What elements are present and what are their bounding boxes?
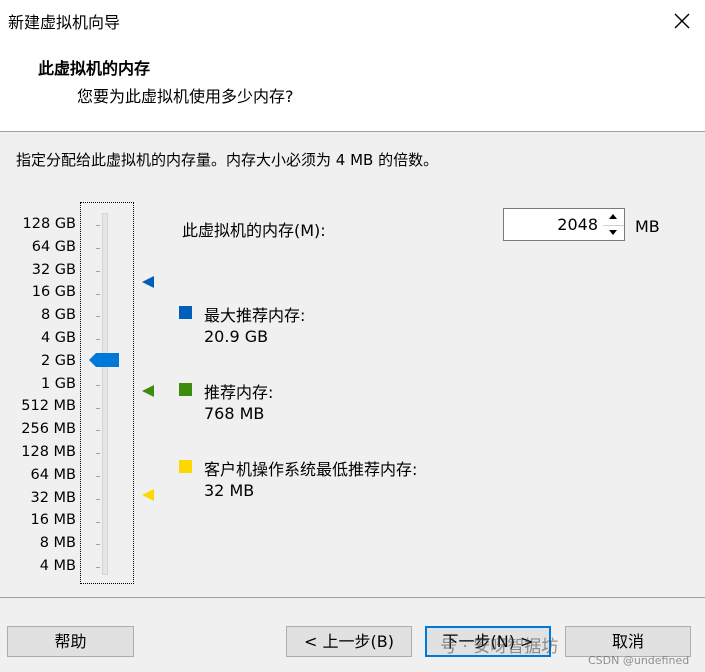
- instruction-text: 指定分配给此虚拟机的内存量。内存大小必须为 4 MB 的倍数。: [16, 151, 439, 169]
- wizard-header: 此虚拟机的内存 您要为此虚拟机使用多少内存?: [0, 42, 705, 130]
- max-recommended-value: 20.9 GB: [204, 327, 269, 346]
- memory-panel: 指定分配给此虚拟机的内存量。内存大小必须为 4 MB 的倍数。 128 GB 6…: [0, 131, 705, 597]
- scale-label: 128 MB: [21, 444, 76, 460]
- min-recommended-value: 32 MB: [204, 481, 255, 500]
- recommended-value: 768 MB: [204, 404, 265, 423]
- page-subtitle: 您要为此虚拟机使用多少内存?: [77, 87, 294, 106]
- scale-label: 32 GB: [31, 261, 76, 278]
- slider-tick: [96, 522, 100, 523]
- scale-label: 16 GB: [31, 284, 76, 301]
- slider-tick: [96, 544, 100, 545]
- window-title: 新建虚拟机向导: [8, 13, 121, 32]
- max-recommended-swatch: [179, 306, 192, 319]
- scale-label: 64 GB: [31, 238, 76, 255]
- slider-tick: [96, 430, 100, 431]
- scale-label: 1 GB: [40, 375, 76, 392]
- recommended-swatch: [179, 383, 192, 396]
- chevron-up-icon[interactable]: [603, 209, 624, 226]
- max-recommended-marker-icon: [141, 274, 155, 288]
- watermark: 号 · 安呀智据坊: [440, 637, 559, 657]
- max-recommended-title: 最大推荐内存:: [204, 306, 306, 325]
- scale-label: 8 MB: [39, 535, 76, 552]
- memory-label: 此虚拟机的内存(M):: [182, 221, 326, 240]
- scale-label: 4 GB: [40, 330, 76, 346]
- close-icon[interactable]: [665, 4, 699, 38]
- slider-thumb-icon[interactable]: [89, 352, 119, 367]
- recommended-title: 推荐内存:: [204, 383, 274, 402]
- min-recommended-marker-icon: [141, 487, 155, 501]
- slider-tick: [96, 385, 100, 386]
- scale-label: 2 GB: [40, 352, 76, 369]
- help-button[interactable]: 帮助: [7, 626, 134, 657]
- back-button[interactable]: < 上一步(B): [286, 626, 412, 657]
- slider-tick: [96, 316, 100, 317]
- slider-tick: [96, 567, 100, 568]
- scale-label: 512 MB: [21, 398, 76, 415]
- slider-tick: [96, 499, 100, 500]
- page-title: 此虚拟机的内存: [38, 59, 151, 78]
- chevron-down-icon[interactable]: [603, 225, 624, 241]
- slider-tick: [96, 453, 100, 454]
- slider-track[interactable]: [102, 213, 108, 575]
- min-recommended-title: 客户机操作系统最低推荐内存:: [204, 460, 418, 479]
- scale-label: 256 MB: [21, 421, 76, 438]
- slider-tick: [96, 339, 100, 340]
- min-recommended-swatch: [179, 460, 192, 473]
- memory-spinner[interactable]: [603, 208, 625, 241]
- scale-label: 16 MB: [30, 512, 76, 529]
- title-bar: 新建虚拟机向导: [0, 0, 705, 42]
- slider-tick: [96, 294, 100, 295]
- scale-label: 4 MB: [39, 558, 76, 574]
- scale-label: 128 GB: [22, 216, 76, 232]
- recommended-marker-icon: [141, 383, 155, 397]
- memory-unit: MB: [635, 217, 660, 236]
- cancel-button[interactable]: 取消: [565, 626, 691, 657]
- memory-slider[interactable]: [80, 202, 134, 584]
- slider-tick: [96, 271, 100, 272]
- slider-tick: [96, 476, 100, 477]
- scale-label: 32 MB: [30, 489, 76, 506]
- watermark-sub: CSDN @undefined: [588, 654, 690, 667]
- scale-label: 8 GB: [40, 307, 76, 324]
- slider-tick: [96, 248, 100, 249]
- memory-input[interactable]: 2048: [503, 208, 605, 241]
- slider-tick: [96, 225, 100, 226]
- scale-label: 64 MB: [30, 466, 76, 483]
- slider-tick: [96, 408, 100, 409]
